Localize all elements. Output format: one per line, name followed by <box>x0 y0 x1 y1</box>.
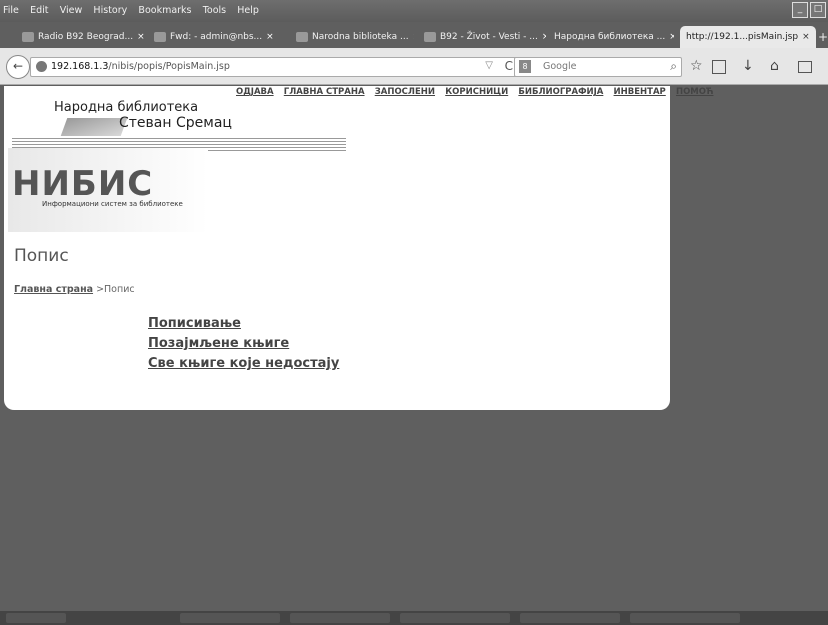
back-icon[interactable]: ← <box>6 55 30 79</box>
library-name-line1: Народна библиотека <box>54 100 199 115</box>
library-name-line2: Стеван Сремац <box>119 115 232 131</box>
menu-help[interactable]: Help <box>237 5 259 16</box>
page-title: Попис <box>14 246 69 266</box>
tab-fwd-mail[interactable]: Fwd: - admin@nbs... × <box>154 28 280 46</box>
tab-radio-b92[interactable]: Radio B92 Beograd... × <box>22 28 150 46</box>
reload-icon[interactable]: C <box>505 59 513 73</box>
nav-users[interactable]: КОРИСНИЦИ <box>445 87 508 97</box>
download-icon[interactable]: ↓ <box>742 58 754 74</box>
window-icon[interactable] <box>798 61 812 73</box>
breadcrumb-home-link[interactable]: Главна страна <box>14 284 93 295</box>
nav-bar: ← 192.168.1.3/nibis/popis/PopisMain.jsp … <box>0 48 828 85</box>
tab-narodna[interactable]: Народна библиотека ... × <box>554 28 674 46</box>
search-input[interactable]: Google <box>543 61 577 72</box>
nav-help[interactable]: ПОМОЋ <box>676 87 714 97</box>
tab-facebook[interactable]: Narodna biblioteka ...× <box>296 28 414 46</box>
page-content: ОДЈАВА ГЛАВНА СТРАНА ЗАПОСЛЕНИ КОРИСНИЦИ… <box>4 86 713 410</box>
restore-button[interactable]: □ <box>810 2 826 18</box>
url-bar[interactable]: 192.168.1.3/nibis/popis/PopisMain.jsp ▽ … <box>30 57 520 77</box>
breadcrumb-current: >Попис <box>96 284 135 295</box>
url-path: /nibis/popis/PopisMain.jsp <box>108 61 230 72</box>
star-icon[interactable]: ☆ <box>690 58 703 74</box>
close-tab-icon[interactable]: × <box>137 32 145 42</box>
taskbar-item[interactable] <box>400 613 510 623</box>
menu-edit[interactable]: Edit <box>30 5 48 16</box>
search-engine-icon[interactable]: 8 <box>519 60 531 73</box>
menu-bookmarks[interactable]: Bookmarks <box>138 5 191 16</box>
mail-icon <box>154 31 166 42</box>
search-bar[interactable]: 8 Google ⌕ <box>514 57 682 77</box>
history-dropdown-icon[interactable]: ▽ <box>485 60 493 71</box>
menu-tools[interactable]: Tools <box>203 5 226 16</box>
tab-bar: Radio B92 Beograd... × Fwd: - admin@nbs..… <box>0 26 828 48</box>
taskbar-item[interactable] <box>290 613 390 623</box>
taskbar-item[interactable] <box>180 613 280 623</box>
menu-file[interactable]: File <box>3 5 19 16</box>
radio-favicon-icon <box>22 31 34 42</box>
close-tab-icon[interactable]: × <box>669 32 674 42</box>
menu-history[interactable]: History <box>93 5 127 16</box>
nav-logout[interactable]: ОДЈАВА <box>236 87 274 97</box>
book-logo-icon <box>60 118 128 136</box>
popis-links: Пописивање Позајмљене књиге Све књиге ко… <box>148 314 339 374</box>
taskbar-item[interactable] <box>630 613 740 623</box>
link-borrowed-books[interactable]: Позајмљене књиге <box>148 334 339 354</box>
link-missing-books[interactable]: Све књиге које недостају <box>148 354 339 374</box>
facebook-icon <box>296 31 308 42</box>
close-tab-icon[interactable]: × <box>413 32 414 42</box>
close-tab-icon[interactable]: × <box>542 32 546 42</box>
nav-home[interactable]: ГЛАВНА СТРАНА <box>284 87 365 97</box>
search-icon[interactable]: ⌕ <box>670 59 677 74</box>
tab-active-popis[interactable]: http://192.1...pisMain.jsp × <box>680 26 816 48</box>
close-tab-icon[interactable]: × <box>266 32 274 42</box>
nibis-tagline: Информациони систем за библиотеке <box>42 200 183 208</box>
start-button[interactable] <box>6 613 66 623</box>
new-tab-button[interactable]: + <box>818 30 828 44</box>
globe-icon <box>36 61 47 72</box>
url-host: 192.168.1.3 <box>51 61 109 72</box>
minimize-button[interactable]: _ <box>792 2 808 18</box>
nibis-logo: НИБИС <box>12 164 154 204</box>
nav-inventory[interactable]: ИНВЕНТАР <box>614 87 666 97</box>
bookmarks-icon[interactable] <box>712 60 726 74</box>
menu-bar: File Edit View History Bookmarks Tools H… <box>0 0 828 22</box>
nav-bibliography[interactable]: БИБЛИОГРАФИЈА <box>518 87 603 97</box>
site-top-nav: ОДЈАВА ГЛАВНА СТРАНА ЗАПОСЛЕНИ КОРИСНИЦИ… <box>236 86 720 97</box>
close-tab-icon[interactable]: × <box>802 32 810 42</box>
link-pописивање[interactable]: Пописивање <box>148 314 339 334</box>
tab-b92-zivot[interactable]: B92 - Život - Vesti - ... × <box>424 28 546 46</box>
menu-view[interactable]: View <box>60 5 83 16</box>
breadcrumb: Главна страна >Попис <box>14 284 135 295</box>
taskbar-item[interactable] <box>520 613 620 623</box>
taskbar <box>0 611 828 625</box>
nav-employees[interactable]: ЗАПОСЛЕНИ <box>375 87 435 97</box>
b92-icon <box>424 31 436 42</box>
home-icon[interactable]: ⌂ <box>770 58 779 74</box>
